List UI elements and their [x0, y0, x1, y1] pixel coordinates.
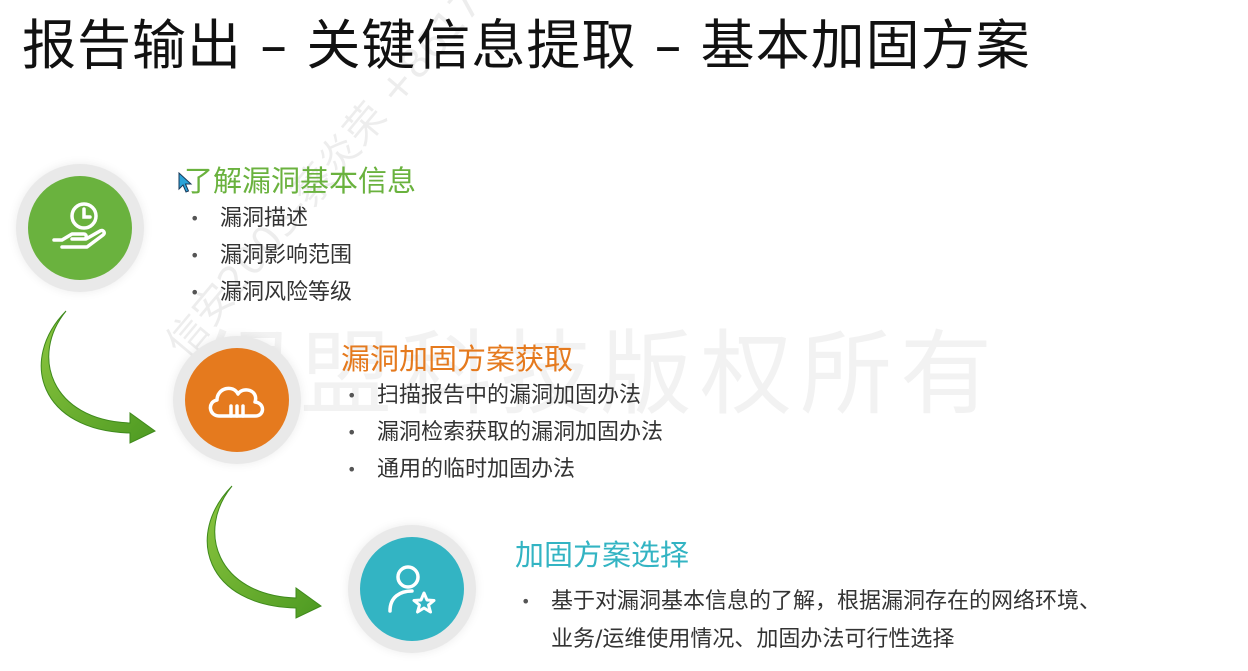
flow-arrow-2: [206, 485, 322, 619]
step-2-heading: 漏洞加固方案获取: [341, 342, 574, 376]
step-2-bullets: 扫描报告中的漏洞加固办法 漏洞检索获取的漏洞加固办法 通用的临时加固办法: [343, 377, 663, 488]
step-2-icon-circle: [173, 336, 301, 464]
list-item: 漏洞影响范围: [186, 237, 352, 274]
flow-arrow-1: [40, 310, 156, 444]
list-item: 漏洞风险等级: [186, 274, 352, 311]
step-3-icon-circle: [348, 525, 476, 653]
list-item: 漏洞描述: [186, 200, 352, 237]
mouse-cursor-icon: [178, 172, 193, 193]
list-item: 扫描报告中的漏洞加固办法: [343, 377, 663, 414]
list-item: 漏洞检索获取的漏洞加固办法: [343, 414, 663, 451]
user-star-icon: [388, 565, 436, 614]
list-item: 基于对漏洞基本信息的了解，根据漏洞存在的网络环境、业务/运维使用情况、加固办法可…: [517, 583, 1111, 659]
step-1-heading: 了解漏洞基本信息: [184, 164, 417, 198]
step-1-bullets: 漏洞描述 漏洞影响范围 漏洞风险等级: [186, 200, 352, 311]
cloud-icon: [208, 386, 265, 418]
step-3-bullets: 基于对漏洞基本信息的了解，根据漏洞存在的网络环境、业务/运维使用情况、加固办法可…: [517, 583, 1111, 659]
step-3-heading: 加固方案选择: [515, 538, 690, 572]
hand-clock-icon: [52, 202, 106, 249]
slide-title: 报告输出 – 关键信息提取 – 基本加固方案: [22, 14, 1031, 77]
list-item: 通用的临时加固办法: [343, 451, 663, 488]
step-1-icon-circle: [16, 164, 144, 292]
